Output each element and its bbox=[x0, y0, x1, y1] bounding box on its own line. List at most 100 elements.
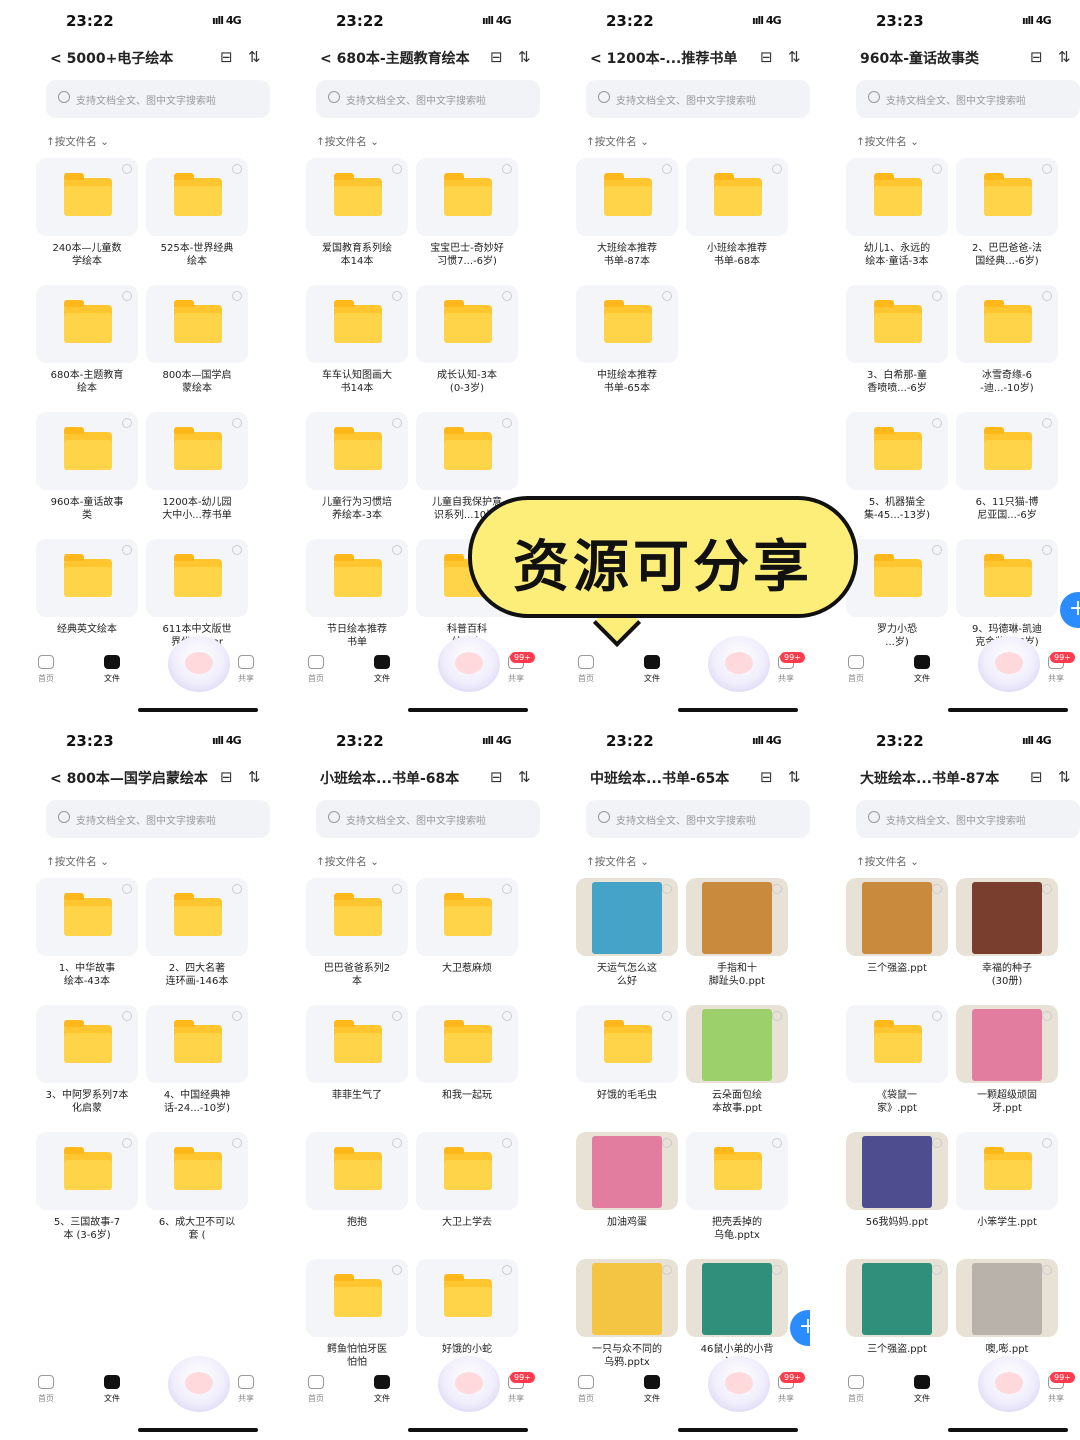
select-checkbox[interactable] bbox=[1042, 884, 1052, 894]
select-checkbox[interactable] bbox=[232, 164, 242, 174]
select-checkbox[interactable] bbox=[932, 418, 942, 428]
select-checkbox[interactable] bbox=[662, 1011, 672, 1021]
home-tab[interactable]: 首页 bbox=[566, 655, 606, 684]
list-view-icon[interactable]: ⊟ bbox=[1030, 768, 1043, 786]
folder-item[interactable]: 240本—儿童数 学绘本 bbox=[36, 158, 138, 278]
list-view-icon[interactable]: ⊟ bbox=[760, 48, 773, 66]
book-item[interactable]: 云朵面包绘 本故事.ppt bbox=[686, 1005, 788, 1125]
list-view-icon[interactable]: ⊟ bbox=[1030, 48, 1043, 66]
list-view-icon[interactable]: ⊟ bbox=[490, 768, 503, 786]
share-tab[interactable]: 共享 bbox=[226, 1375, 266, 1404]
book-item[interactable]: 幸福的种子 (30册) bbox=[956, 878, 1058, 998]
assistant-mascot-button[interactable] bbox=[168, 1356, 230, 1412]
select-checkbox[interactable] bbox=[932, 291, 942, 301]
select-checkbox[interactable] bbox=[1042, 1011, 1052, 1021]
select-checkbox[interactable] bbox=[662, 164, 672, 174]
select-checkbox[interactable] bbox=[392, 1011, 402, 1021]
select-checkbox[interactable] bbox=[662, 884, 672, 894]
select-checkbox[interactable] bbox=[662, 291, 672, 301]
select-checkbox[interactable] bbox=[502, 1265, 512, 1275]
select-checkbox[interactable] bbox=[772, 164, 782, 174]
select-checkbox[interactable] bbox=[1042, 1265, 1052, 1275]
list-view-icon[interactable]: ⊟ bbox=[220, 768, 233, 786]
files-tab[interactable]: 文件 bbox=[632, 1375, 672, 1404]
folder-item[interactable]: 抱抱 bbox=[306, 1132, 408, 1252]
folder-item[interactable]: 中班绘本推荐 书单-65本 bbox=[576, 285, 678, 405]
select-checkbox[interactable] bbox=[392, 164, 402, 174]
search-input[interactable]: 支持文档全文、图中文字搜索啦 bbox=[586, 80, 810, 118]
folder-item[interactable]: 鳄鱼怕怕牙医 怕怕 bbox=[306, 1259, 408, 1379]
page-title[interactable]: 大班绘本...书单-87本 bbox=[860, 768, 999, 788]
add-fab-button[interactable]: + bbox=[790, 1310, 810, 1346]
select-checkbox[interactable] bbox=[232, 545, 242, 555]
search-input[interactable]: 支持文档全文、图中文字搜索啦 bbox=[46, 800, 270, 838]
folder-item[interactable]: 冰雪奇缘-6 -迪...-10岁) bbox=[956, 285, 1058, 405]
sort-dropdown[interactable]: ↑按文件名 ⌄ bbox=[46, 854, 109, 869]
sort-icon[interactable]: ⇅ bbox=[788, 768, 801, 786]
select-checkbox[interactable] bbox=[772, 884, 782, 894]
page-title[interactable]: < 800本—国学启蒙绘本 bbox=[50, 768, 208, 788]
select-checkbox[interactable] bbox=[122, 1011, 132, 1021]
page-title[interactable]: 960本-童话故事类 bbox=[860, 48, 979, 68]
sort-dropdown[interactable]: ↑按文件名 ⌄ bbox=[586, 854, 649, 869]
select-checkbox[interactable] bbox=[1042, 291, 1052, 301]
assistant-mascot-button[interactable] bbox=[708, 636, 770, 692]
sort-icon[interactable]: ⇅ bbox=[518, 48, 531, 66]
home-tab[interactable]: 首页 bbox=[836, 1375, 876, 1404]
list-view-icon[interactable]: ⊟ bbox=[490, 48, 503, 66]
sort-icon[interactable]: ⇅ bbox=[518, 768, 531, 786]
book-item[interactable]: 一只与众不同的 乌鸦.pptx bbox=[576, 1259, 678, 1379]
folder-item[interactable]: 3、白希那-童 香喷喷...-6岁 bbox=[846, 285, 948, 405]
folder-item[interactable]: 罗力小恐 ...岁) bbox=[846, 539, 948, 659]
select-checkbox[interactable] bbox=[122, 164, 132, 174]
book-item[interactable]: 一颗超级顽固 牙.ppt bbox=[956, 1005, 1058, 1125]
select-checkbox[interactable] bbox=[772, 1011, 782, 1021]
assistant-mascot-button[interactable] bbox=[438, 1356, 500, 1412]
select-checkbox[interactable] bbox=[232, 1011, 242, 1021]
sort-dropdown[interactable]: ↑按文件名 ⌄ bbox=[46, 134, 109, 149]
select-checkbox[interactable] bbox=[502, 1011, 512, 1021]
folder-item[interactable]: 成长认知-3本 (0-3岁) bbox=[416, 285, 518, 405]
sort-dropdown[interactable]: ↑按文件名 ⌄ bbox=[586, 134, 649, 149]
folder-item[interactable]: 5、三国故事-7 本 (3-6岁) bbox=[36, 1132, 138, 1252]
folder-item[interactable]: 5、机器猫全 集-45...-13岁) bbox=[846, 412, 948, 532]
folder-item[interactable]: 6、11只猫-博 尼亚国...-6岁 bbox=[956, 412, 1058, 532]
folder-item[interactable]: 车车认知图画大 书14本 bbox=[306, 285, 408, 405]
search-input[interactable]: 支持文档全文、图中文字搜索啦 bbox=[856, 800, 1080, 838]
folder-item[interactable]: 2、四大名著 连环画-146本 bbox=[146, 878, 248, 998]
folder-item[interactable]: 680本-主题教育 绘本 bbox=[36, 285, 138, 405]
folder-item[interactable]: 菲菲生气了 bbox=[306, 1005, 408, 1125]
page-title[interactable]: < 1200本-...推荐书单 bbox=[590, 48, 737, 68]
select-checkbox[interactable] bbox=[932, 1265, 942, 1275]
select-checkbox[interactable] bbox=[502, 884, 512, 894]
files-tab[interactable]: 文件 bbox=[902, 655, 942, 684]
folder-item[interactable]: 4、中国经典神 话-24...-10岁) bbox=[146, 1005, 248, 1125]
select-checkbox[interactable] bbox=[932, 164, 942, 174]
home-tab[interactable]: 首页 bbox=[836, 655, 876, 684]
book-item[interactable]: 56我妈妈.ppt bbox=[846, 1132, 948, 1252]
home-tab[interactable]: 首页 bbox=[26, 1375, 66, 1404]
book-item[interactable]: 加油鸡蛋 bbox=[576, 1132, 678, 1252]
sort-dropdown[interactable]: ↑按文件名 ⌄ bbox=[856, 134, 919, 149]
assistant-mascot-button[interactable] bbox=[978, 1356, 1040, 1412]
select-checkbox[interactable] bbox=[392, 291, 402, 301]
book-item[interactable]: 《袋鼠一 家》.ppt bbox=[846, 1005, 948, 1125]
folder-item[interactable]: 经典英文绘本 bbox=[36, 539, 138, 659]
page-title[interactable]: < 680本-主题教育绘本 bbox=[320, 48, 470, 68]
list-view-icon[interactable]: ⊟ bbox=[220, 48, 233, 66]
files-tab[interactable]: 文件 bbox=[92, 1375, 132, 1404]
folder-item[interactable]: 960本-童话故事 类 bbox=[36, 412, 138, 532]
search-input[interactable]: 支持文档全文、图中文字搜索啦 bbox=[316, 800, 540, 838]
folder-item[interactable]: 爱国教育系列绘 本14本 bbox=[306, 158, 408, 278]
select-checkbox[interactable] bbox=[662, 1138, 672, 1148]
folder-item[interactable]: 2、巴巴爸爸-法 国经典...-6岁) bbox=[956, 158, 1058, 278]
select-checkbox[interactable] bbox=[502, 291, 512, 301]
folder-item[interactable]: 儿童行为习惯培 养绘本-3本 bbox=[306, 412, 408, 532]
select-checkbox[interactable] bbox=[232, 884, 242, 894]
book-item[interactable]: 手指和十 脚趾头0.ppt bbox=[686, 878, 788, 998]
assistant-mascot-button[interactable] bbox=[438, 636, 500, 692]
sort-icon[interactable]: ⇅ bbox=[248, 768, 261, 786]
folder-item[interactable]: 大卫上学去 bbox=[416, 1132, 518, 1252]
sort-dropdown[interactable]: ↑按文件名 ⌄ bbox=[856, 854, 919, 869]
files-tab[interactable]: 文件 bbox=[362, 655, 402, 684]
